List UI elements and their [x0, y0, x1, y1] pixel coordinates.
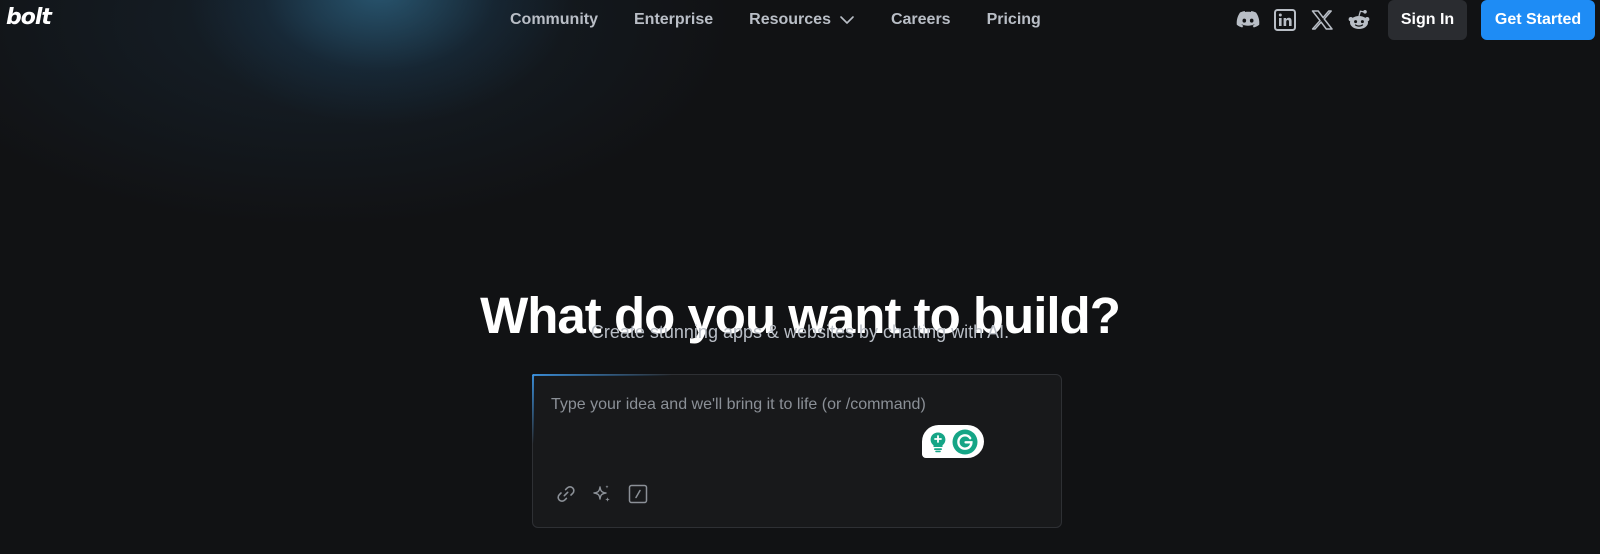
- link-icon[interactable]: [555, 483, 577, 505]
- prompt-toolbar: [555, 483, 663, 505]
- nav-resources-label: Resources: [749, 11, 831, 28]
- main-nav: Community Enterprise Resources Careers P…: [510, 0, 1077, 40]
- nav-community[interactable]: Community: [510, 11, 598, 29]
- chevron-down-icon: [839, 12, 855, 28]
- get-started-button[interactable]: Get Started: [1481, 0, 1595, 40]
- linkedin-icon[interactable]: [1273, 8, 1297, 32]
- x-icon[interactable]: [1310, 8, 1334, 32]
- sign-in-button[interactable]: Sign In: [1388, 0, 1467, 40]
- nav-careers[interactable]: Careers: [891, 11, 951, 29]
- discord-icon[interactable]: [1236, 8, 1260, 32]
- sparkle-icon[interactable]: [591, 483, 613, 505]
- nav-enterprise[interactable]: Enterprise: [634, 11, 713, 29]
- grammarly-widget[interactable]: [922, 425, 984, 458]
- social-links: [1236, 8, 1384, 32]
- prompt-box: [532, 374, 1062, 528]
- grammarly-logo-icon: [952, 429, 978, 455]
- grammarly-suggestion-icon: [927, 431, 949, 453]
- bolt-logo[interactable]: bolt: [6, 4, 52, 32]
- nav-pricing[interactable]: Pricing: [987, 11, 1041, 29]
- site-header: bolt Community Enterprise Resources Care…: [0, 0, 1600, 40]
- reddit-icon[interactable]: [1347, 8, 1371, 32]
- slash-command-icon[interactable]: [627, 483, 649, 505]
- nav-resources-dropdown[interactable]: Resources: [749, 11, 855, 29]
- hero-subtitle: Create stunning apps & websites by chatt…: [590, 322, 1010, 342]
- prompt-input[interactable]: [551, 393, 1041, 417]
